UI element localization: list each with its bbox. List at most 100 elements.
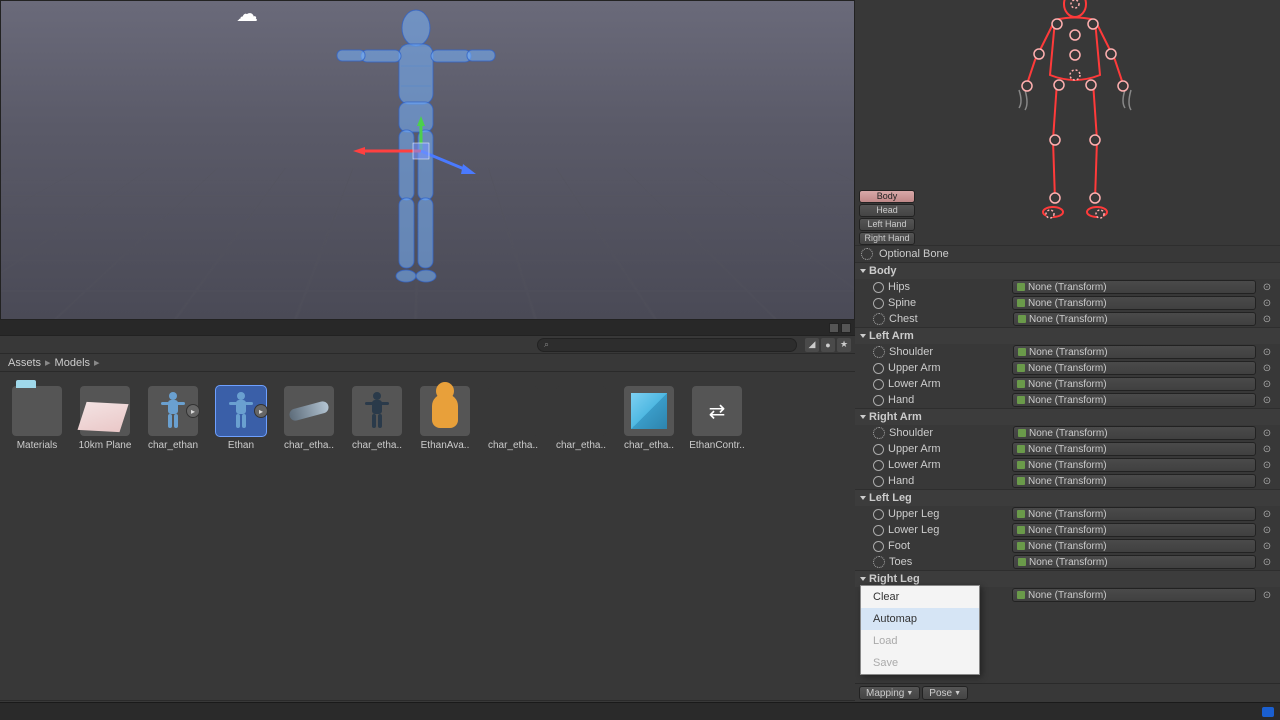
expand-badge[interactable]: ▸	[254, 404, 268, 418]
required-bone-icon	[873, 476, 884, 487]
bone-row: HandNone (Transform)⊙	[855, 392, 1280, 408]
object-picker-button[interactable]: ⊙	[1260, 523, 1274, 537]
bone-label: Upper Arm	[888, 362, 1008, 374]
object-picker-button[interactable]: ⊙	[1260, 393, 1274, 407]
strip-btn-a[interactable]	[829, 323, 839, 333]
bone-label: Toes	[889, 556, 1009, 568]
object-picker-button[interactable]: ⊙	[1260, 539, 1274, 553]
chevron-down-icon	[860, 415, 866, 419]
diagram-tab-right-hand[interactable]: Right Hand	[859, 232, 915, 245]
bone-group-header[interactable]: Left Arm	[855, 327, 1280, 344]
optional-bone-icon	[861, 248, 873, 260]
menu-item-clear[interactable]: Clear	[861, 586, 979, 608]
object-picker-button[interactable]: ⊙	[1260, 442, 1274, 456]
crumb-root[interactable]: Assets	[8, 357, 41, 369]
optional-bone-legend: Optional Bone	[855, 245, 1280, 262]
object-picker-button[interactable]: ⊙	[1260, 507, 1274, 521]
bone-row: HipsNone (Transform)⊙	[855, 279, 1280, 295]
transform-icon	[1017, 445, 1025, 453]
transform-field[interactable]: None (Transform)	[1013, 426, 1256, 440]
asset-grid[interactable]: Materials10km Plane▸char_ethan▸Ethanchar…	[0, 372, 855, 700]
transform-field[interactable]: None (Transform)	[1012, 280, 1256, 294]
strip-btn-b[interactable]	[841, 323, 851, 333]
filter-icon[interactable]: ◢	[805, 338, 819, 352]
transform-field[interactable]: None (Transform)	[1012, 377, 1256, 391]
object-picker-button[interactable]: ⊙	[1260, 474, 1274, 488]
transform-field[interactable]: None (Transform)	[1012, 507, 1256, 521]
asset-label: EthanContr..	[687, 440, 747, 451]
breadcrumb[interactable]: Assets ▸ Models ▸	[0, 354, 855, 372]
transform-field[interactable]: None (Transform)	[1012, 588, 1256, 602]
diagram-tab-head[interactable]: Head	[859, 204, 915, 217]
transform-field[interactable]: None (Transform)	[1012, 361, 1256, 375]
asset-item[interactable]: ▸Ethan	[216, 386, 266, 451]
object-picker-button[interactable]: ⊙	[1260, 296, 1274, 310]
asset-label: char_ethan	[143, 440, 203, 451]
transform-field[interactable]: None (Transform)	[1012, 523, 1256, 537]
object-picker-button[interactable]: ⊙	[1260, 588, 1274, 602]
object-picker-button[interactable]: ⊙	[1260, 426, 1274, 440]
avatar-diagram: BodyHeadLeft HandRight Hand	[855, 0, 1280, 245]
transform-icon	[1017, 461, 1025, 469]
asset-item[interactable]: 10km Plane	[80, 386, 130, 451]
transform-icon	[1017, 542, 1025, 550]
object-picker-button[interactable]: ⊙	[1260, 555, 1274, 569]
asset-item[interactable]: char_etha..	[284, 386, 334, 451]
scene-viewport[interactable]: ☁	[0, 0, 855, 320]
asset-item[interactable]: EthanAva..	[420, 386, 470, 451]
chevron-down-icon	[860, 496, 866, 500]
transform-field[interactable]: None (Transform)	[1013, 555, 1256, 569]
asset-label: char_etha..	[619, 440, 679, 451]
object-picker-button[interactable]: ⊙	[1260, 345, 1274, 359]
object-picker-button[interactable]: ⊙	[1260, 458, 1274, 472]
humanoid-figure[interactable]	[995, 0, 1155, 235]
asset-item[interactable]: Materials	[12, 386, 62, 451]
diagram-tab-left-hand[interactable]: Left Hand	[859, 218, 915, 231]
menu-item-save: Save	[861, 652, 979, 674]
asset-label: EthanAva..	[415, 440, 475, 451]
star-icon[interactable]: ★	[837, 338, 851, 352]
crumb-folder[interactable]: Models	[55, 357, 90, 369]
bone-label: Upper Arm	[888, 443, 1008, 455]
asset-label: Materials	[7, 440, 67, 451]
transform-icon	[1017, 396, 1025, 404]
transform-field[interactable]: None (Transform)	[1013, 345, 1256, 359]
bone-group-header[interactable]: Left Leg	[855, 489, 1280, 506]
transform-field[interactable]: None (Transform)	[1012, 539, 1256, 553]
transform-field[interactable]: None (Transform)	[1013, 312, 1256, 326]
object-picker-button[interactable]: ⊙	[1260, 312, 1274, 326]
bone-group-header[interactable]: Right Arm	[855, 408, 1280, 425]
asset-label: char_etha..	[347, 440, 407, 451]
transform-field[interactable]: None (Transform)	[1012, 442, 1256, 456]
tag-icon[interactable]: ●	[821, 338, 835, 352]
asset-label: char_etha..	[483, 440, 543, 451]
bone-label: Lower Leg	[888, 524, 1008, 536]
transform-field[interactable]: None (Transform)	[1012, 458, 1256, 472]
bone-row: FootNone (Transform)⊙	[855, 538, 1280, 554]
asset-label: char_etha..	[551, 440, 611, 451]
object-picker-button[interactable]: ⊙	[1260, 280, 1274, 294]
menu-item-automap[interactable]: Automap	[861, 608, 979, 630]
bone-label: Lower Arm	[888, 378, 1008, 390]
transform-field[interactable]: None (Transform)	[1012, 474, 1256, 488]
object-picker-button[interactable]: ⊙	[1260, 361, 1274, 375]
transform-icon	[1017, 299, 1025, 307]
bone-group-header[interactable]: Body	[855, 262, 1280, 279]
project-search[interactable]: ⌕	[537, 338, 797, 352]
pose-dropdown[interactable]: Pose▼	[922, 686, 968, 700]
required-bone-icon	[873, 395, 884, 406]
mapping-menu[interactable]: ClearAutomapLoadSave	[860, 585, 980, 675]
object-picker-button[interactable]: ⊙	[1260, 377, 1274, 391]
asset-item[interactable]: ⇄EthanContr..	[692, 386, 742, 451]
mapping-dropdown[interactable]: Mapping▼	[859, 686, 920, 700]
diagram-tab-body[interactable]: Body	[859, 190, 915, 203]
asset-item[interactable]: char_etha..	[488, 386, 538, 451]
asset-item[interactable]: char_etha..	[352, 386, 402, 451]
asset-item[interactable]: char_etha..	[556, 386, 606, 451]
expand-badge[interactable]: ▸	[186, 404, 200, 418]
transform-gizmo[interactable]	[351, 116, 491, 186]
transform-field[interactable]: None (Transform)	[1012, 296, 1256, 310]
asset-item[interactable]: char_etha..	[624, 386, 674, 451]
asset-item[interactable]: ▸char_ethan	[148, 386, 198, 451]
transform-field[interactable]: None (Transform)	[1012, 393, 1256, 407]
